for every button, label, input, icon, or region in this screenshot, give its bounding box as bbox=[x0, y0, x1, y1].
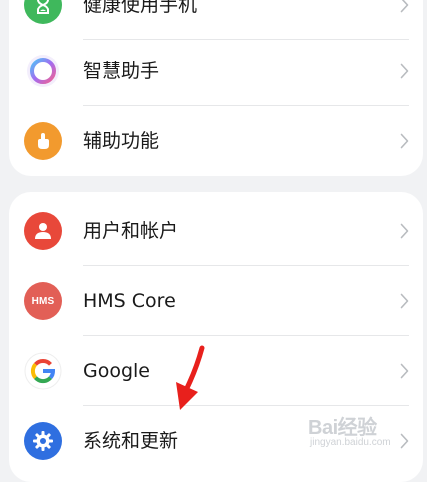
settings-item-label: Google bbox=[83, 360, 151, 382]
chevron-right-icon bbox=[400, 293, 409, 309]
settings-group-1: 健康使用手机 智慧助手 辅助功能 bbox=[9, 0, 423, 176]
hand-pointer-icon bbox=[24, 122, 62, 160]
chevron-right-icon bbox=[400, 363, 409, 379]
hms-icon-text: HMS bbox=[31, 295, 55, 307]
gear-icon bbox=[24, 422, 62, 460]
red-arrow-icon bbox=[176, 345, 205, 410]
settings-item-label: 辅助功能 bbox=[83, 130, 160, 152]
chevron-right-icon bbox=[400, 63, 409, 79]
settings-item-users-accounts[interactable]: 用户和帐户 bbox=[9, 196, 423, 266]
chevron-right-icon bbox=[400, 0, 409, 13]
settings-item-label: 智慧助手 bbox=[83, 60, 160, 82]
settings-item-accessibility[interactable]: 辅助功能 bbox=[9, 106, 423, 176]
watermark-brand: Bai经验 bbox=[308, 417, 377, 439]
settings-item-label: 健康使用手机 bbox=[83, 0, 198, 16]
hourglass-icon bbox=[24, 0, 62, 24]
settings-item-label: 用户和帐户 bbox=[83, 220, 179, 242]
watermark-url: jingyan.baidu.com bbox=[310, 437, 391, 448]
hms-icon: HMS bbox=[24, 282, 62, 320]
settings-item-label: 系统和更新 bbox=[83, 430, 179, 452]
settings-item-hms-core[interactable]: HMS HMS Core bbox=[9, 266, 423, 336]
assistant-ring-icon bbox=[24, 52, 62, 90]
user-icon bbox=[24, 212, 62, 250]
chevron-right-icon bbox=[400, 223, 409, 239]
baidu-watermark: Bai经验 jingyan.baidu.com bbox=[308, 405, 424, 457]
settings-item-digital-balance[interactable]: 健康使用手机 bbox=[9, 0, 423, 40]
google-icon bbox=[24, 352, 62, 390]
chevron-right-icon bbox=[400, 133, 409, 149]
settings-item-google[interactable]: Google bbox=[9, 336, 423, 406]
settings-item-label: HMS Core bbox=[83, 290, 176, 312]
settings-item-smart-assistant[interactable]: 智慧助手 bbox=[9, 36, 423, 106]
